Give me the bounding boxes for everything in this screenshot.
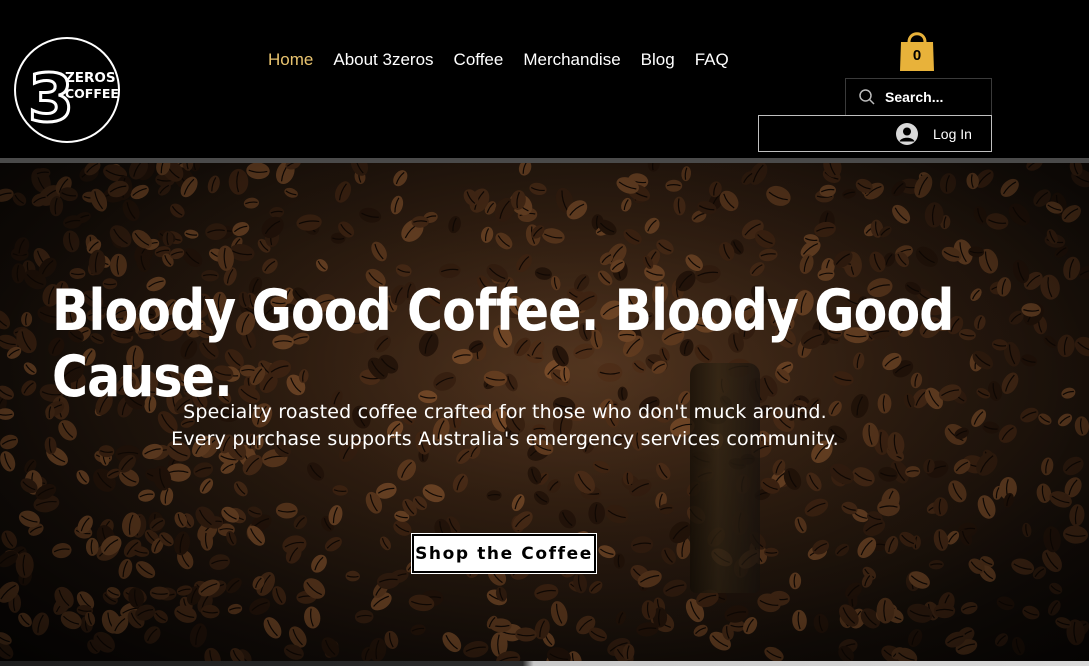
avatar-icon [896, 123, 918, 145]
search-input[interactable] [885, 89, 985, 105]
nav-item-about-3zeros[interactable]: About 3zeros [323, 50, 443, 70]
nav-item-faq[interactable]: FAQ [685, 50, 739, 70]
brand-logo[interactable]: 3 ZEROS COFFEE [14, 37, 120, 143]
search-box[interactable] [845, 78, 992, 116]
nav-item-merchandise[interactable]: Merchandise [513, 50, 630, 70]
login-button[interactable]: Log In [758, 115, 992, 152]
logo-mark: 3 ZEROS COFFEE [27, 59, 119, 139]
nav-item-coffee[interactable]: Coffee [444, 50, 514, 70]
login-label: Log In [933, 126, 972, 142]
shop-coffee-button[interactable]: Shop the Coffee [411, 533, 597, 574]
logo-text-coffee: COFFEE [65, 86, 118, 101]
nav-item-blog[interactable]: Blog [631, 50, 685, 70]
hero-section: Bloody Good Coffee. Bloody Good Cause. S… [0, 163, 1089, 661]
nav-item-home[interactable]: Home [258, 50, 323, 70]
hero-subtitle-line1: Specialty roasted coffee crafted for tho… [183, 401, 827, 423]
main-nav: Home About 3zeros Coffee Merchandise Blog FAQ [258, 47, 739, 73]
next-section-edge [0, 661, 1089, 666]
site-header: 3 ZEROS COFFEE Home About 3zeros Coffee Mer… [0, 0, 1089, 159]
hero-subtitle-line2: Every purchase supports Australia's emer… [171, 428, 839, 450]
cart-count: 0 [912, 47, 922, 64]
hero-title: Bloody Good Coffee. Bloody Good Cause. [52, 278, 954, 410]
cart-button[interactable]: 0 [898, 26, 936, 72]
logo-text-zeros: ZEROS [65, 70, 116, 86]
search-icon [859, 89, 875, 105]
